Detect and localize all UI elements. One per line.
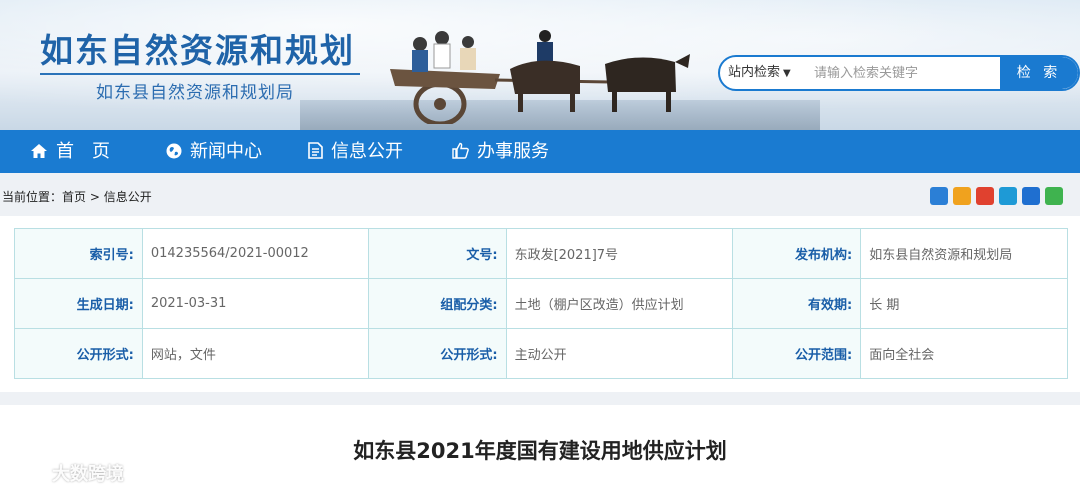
watermark: 大数跨境 [8,460,124,486]
breadcrumb: 当前位置：首页 > 信息公开 [2,188,152,205]
search-input[interactable] [814,61,994,85]
ox-cart-illustration [390,30,690,124]
meta-label: 公开形式: [367,328,507,379]
nav-item-label: 新闻中心 [190,141,262,162]
meta-value: 土地（棚户区改造）供应计划 [505,278,734,329]
meta-label: 组配分类: [367,278,507,329]
meta-label: 公开形式: [14,328,143,379]
home-icon [31,143,47,158]
meta-value: 主动公开 [505,328,734,379]
nav-item-label: 信息公开 [331,141,403,162]
article-title: 如东县2021年度国有建设用地供应计划 [353,439,727,463]
search-scope-label: 站内检索 [728,65,781,80]
meta-label: 有效期: [732,278,862,329]
nav-item-label: 首 页 [56,141,110,162]
share-bar [930,187,1063,205]
breadcrumb-home-link[interactable]: 首页 [62,190,86,204]
info-panel: 索引号: 014235564/2021-00012 文号: 东政发[2021]7… [0,216,1080,392]
meta-value: 014235564/2021-00012 [141,228,369,279]
meta-value: 东政发[2021]7号 [505,228,734,279]
renren-icon[interactable] [1022,187,1040,205]
article-area: 如东县2021年度国有建设用地供应计划 [0,405,1080,494]
nav-item-info-disclosure[interactable]: 信息公开 [308,130,403,173]
plus-share-icon[interactable] [930,187,948,205]
logo-divider [40,73,360,75]
watermark-text: 大数跨境 [52,464,124,485]
document-meta-table: 索引号: 014235564/2021-00012 文号: 东政发[2021]7… [14,228,1068,379]
search-button[interactable]: 检 索 [1000,57,1078,89]
meta-value: 如东县自然资源和规划局 [860,228,1068,279]
wechat-icon[interactable] [1045,187,1063,205]
watermark-logo-icon [11,466,41,482]
meta-value: 面向全社会 [860,328,1068,379]
header-banner: 如东自然资源和规划 如东县自然资源和规划局 站内检索▼ 检 索 [0,0,1080,130]
meta-label: 文号: [367,228,507,279]
qzone-icon[interactable] [953,187,971,205]
document-icon [308,142,323,159]
tencent-weibo-icon[interactable] [999,187,1017,205]
weibo-icon[interactable] [976,187,994,205]
meta-value: 长 期 [860,278,1068,329]
main-nav: 首 页 新闻中心 信息公开 办事服务 [0,130,1080,173]
breadcrumb-separator: > [86,190,104,204]
globe-icon [166,143,182,158]
meta-value: 网站，文件 [141,328,369,379]
breadcrumb-prefix: 当前位置： [2,190,63,204]
thumbs-up-icon [452,142,469,159]
meta-label: 生成日期: [14,278,143,329]
nav-item-home[interactable]: 首 页 [30,130,110,173]
nav-item-label: 办事服务 [477,141,549,162]
site-logo-title[interactable]: 如东自然资源和规划 [40,24,355,72]
chevron-down-icon: ▼ [783,68,791,79]
meta-label: 发布机构: [732,228,862,279]
meta-label: 索引号: [14,228,143,279]
nav-item-news[interactable]: 新闻中心 [166,130,262,173]
search-scope-select[interactable]: 站内检索 ▼ [728,57,791,89]
table-row: 索引号: 014235564/2021-00012 文号: 东政发[2021]7… [14,228,1068,279]
nav-item-services[interactable]: 办事服务 [452,130,549,173]
table-row: 生成日期: 2021-03-31 组配分类: 土地（棚户区改造）供应计划 有效期… [14,278,1068,329]
meta-label: 公开范围: [732,328,862,379]
table-row: 公开形式: 网站，文件 公开形式: 主动公开 公开范围: 面向全社会 [14,328,1068,379]
breadcrumb-current[interactable]: 信息公开 [104,190,152,204]
site-logo-subtitle: 如东县自然资源和规划局 [96,83,294,103]
search-box: 站内检索▼ 检 索 [718,55,1080,91]
meta-value: 2021-03-31 [141,278,369,329]
